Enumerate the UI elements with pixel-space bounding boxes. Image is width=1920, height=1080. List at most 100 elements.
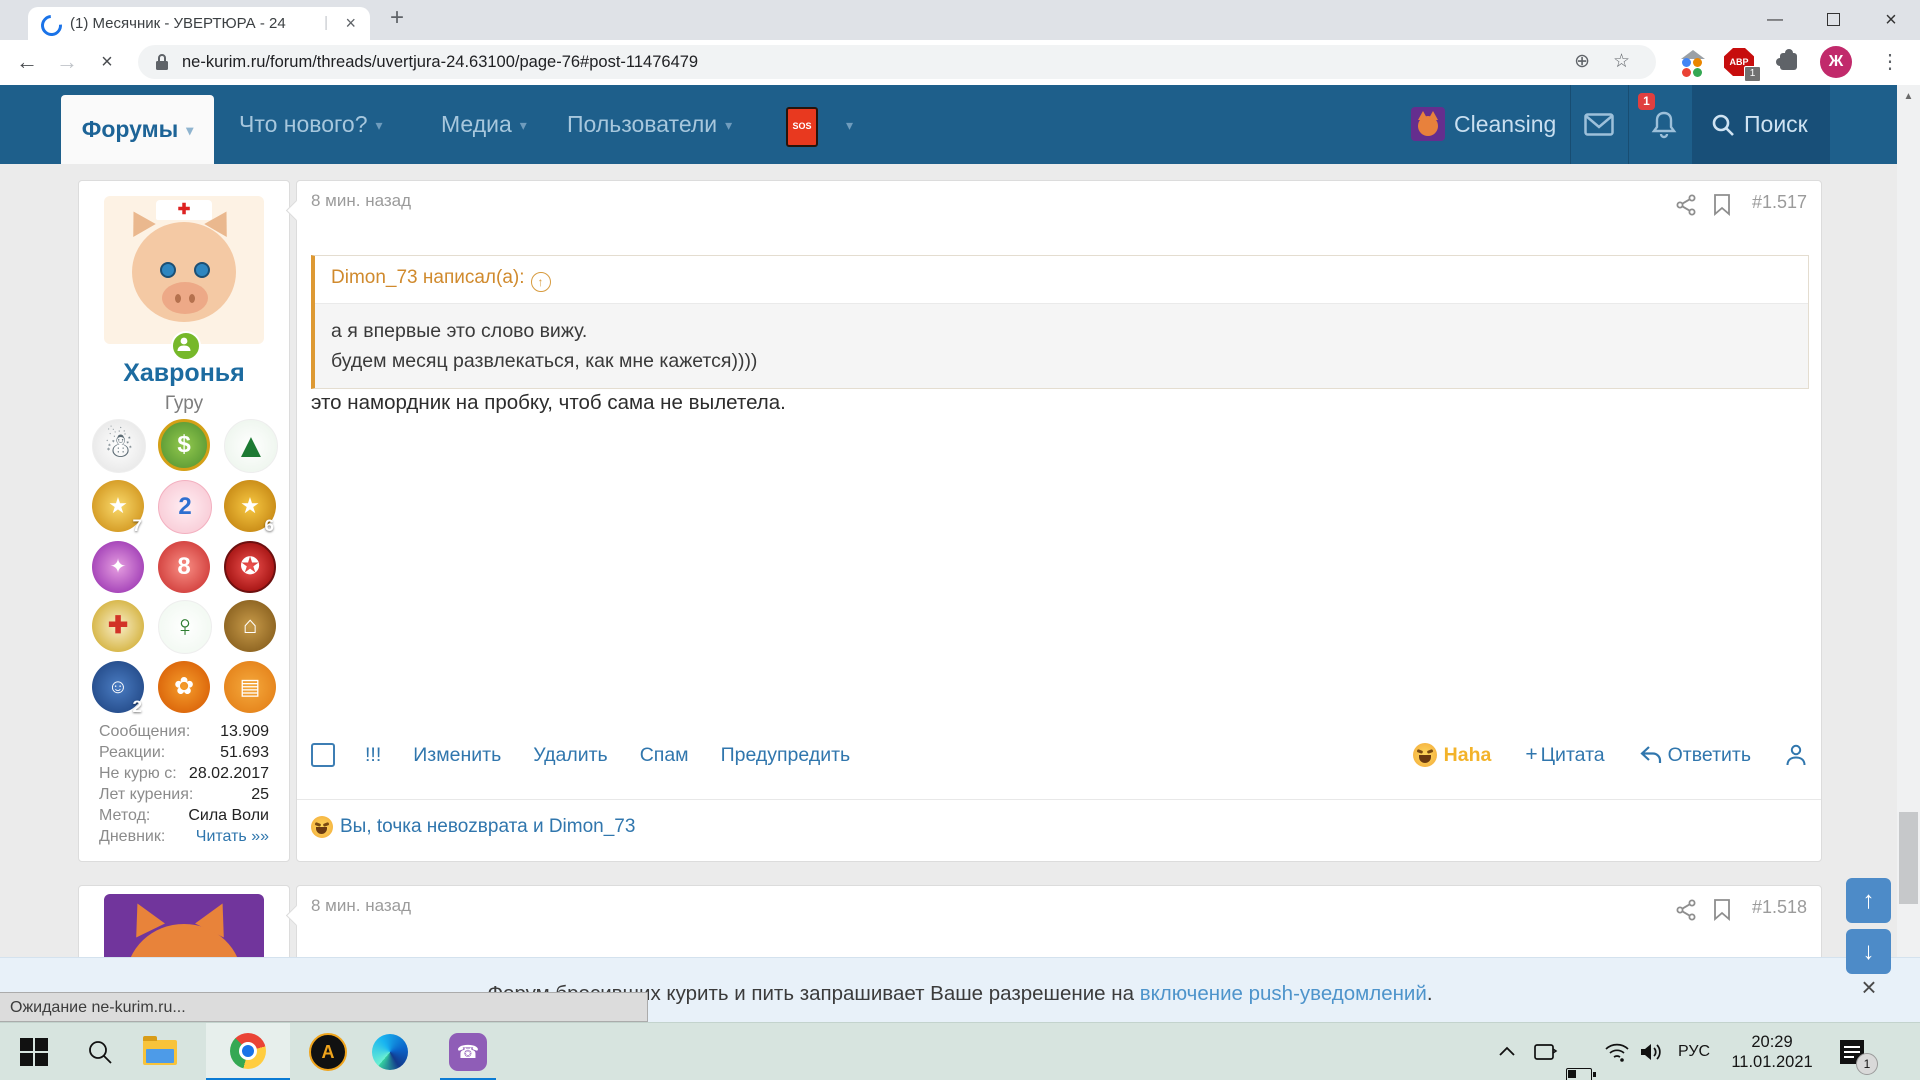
aimp-taskbar-button[interactable]: A: [300, 1023, 356, 1080]
scrollbar-thumb[interactable]: [1899, 812, 1918, 904]
haha-reaction-label[interactable]: Haha: [1444, 744, 1492, 767]
share-icon[interactable]: [1675, 899, 1697, 921]
chevron-down-icon[interactable]: ▾: [725, 117, 732, 133]
viber-taskbar-button[interactable]: ☎: [432, 1023, 504, 1080]
badge-family2[interactable]: ☺2: [92, 661, 144, 713]
scroll-to-bottom-button[interactable]: ↓: [1846, 929, 1891, 974]
bookmark-icon[interactable]: [1713, 193, 1731, 216]
start-button[interactable]: [10, 1023, 58, 1080]
browser-status-tooltip: Ожидание ne-kurim.ru...: [0, 992, 648, 1022]
tray-battery[interactable]: [1566, 1046, 1592, 1080]
nav-users[interactable]: Пользователи▾: [567, 85, 732, 165]
quote-button[interactable]: + Цитата: [1525, 743, 1604, 767]
badge-star7[interactable]: ★7: [92, 480, 144, 532]
notification-close-icon[interactable]: ×: [1852, 972, 1886, 1002]
stat-reactions: 51.693: [220, 742, 269, 763]
search-icon: [86, 1038, 114, 1066]
badge-emblem[interactable]: ✪: [224, 541, 276, 593]
badge-dancers[interactable]: ✿: [158, 661, 210, 713]
quote-source-icon[interactable]: ↑: [531, 272, 551, 292]
badge-ornament[interactable]: ✦: [92, 541, 144, 593]
badge-money[interactable]: $: [158, 419, 210, 471]
reply-button[interactable]: Ответить: [1639, 744, 1751, 767]
quote-attribution[interactable]: Dimon_73 написал(а):↑: [315, 256, 1808, 303]
haha-emoji-icon[interactable]: [1413, 743, 1437, 767]
search-button[interactable]: Поиск: [1692, 85, 1830, 164]
chevron-down-icon[interactable]: ▾: [376, 117, 383, 133]
nav-media[interactable]: Медиа▾: [441, 85, 527, 165]
badge-thumb6[interactable]: ★6: [224, 480, 276, 532]
diary-read-link[interactable]: Читать »»: [196, 826, 269, 847]
user-avatar[interactable]: [1411, 107, 1445, 141]
chevron-down-icon[interactable]: ▾: [520, 117, 527, 133]
file-explorer-button[interactable]: [134, 1023, 186, 1080]
chrome-taskbar-button[interactable]: [206, 1023, 290, 1080]
badge-ambulance[interactable]: ✚: [92, 600, 144, 652]
report-link[interactable]: !!!: [365, 744, 381, 767]
post1-number-link[interactable]: #1.517: [1752, 192, 1807, 213]
speaker-icon: [1638, 1040, 1664, 1064]
badge-tree[interactable]: ▲: [224, 419, 278, 473]
nav-sos-menu[interactable]: ▾: [838, 85, 853, 165]
reacted-users-link[interactable]: Вы, tочка невоzврата и Dimon_73: [340, 816, 635, 838]
badge-book[interactable]: ▤: [224, 661, 276, 713]
stop-loading-button[interactable]: ×: [88, 40, 126, 84]
badge-snowman[interactable]: ☃: [92, 419, 146, 473]
badge-house[interactable]: ⌂: [224, 600, 276, 652]
badge-tomato8[interactable]: 8: [158, 541, 210, 593]
chevron-down-icon[interactable]: ▾: [846, 117, 853, 133]
select-post-checkbox[interactable]: [311, 743, 335, 767]
sos-icon[interactable]: SOS: [786, 107, 818, 147]
nav-whats-new[interactable]: Что нового?▾: [239, 85, 383, 165]
post2-timestamp[interactable]: 8 мин. назад: [311, 896, 411, 916]
taskbar-search-button[interactable]: [76, 1023, 124, 1080]
browser-tab[interactable]: (1) Месячник - УВЕРТЮРА - 24 | ×: [28, 7, 370, 40]
language-indicator[interactable]: РУС: [1678, 1023, 1710, 1080]
edge-taskbar-button[interactable]: [362, 1023, 418, 1080]
window-maximize-button[interactable]: [1804, 0, 1862, 40]
taskbar-clock[interactable]: 20:29 11.01.2021: [1722, 1023, 1822, 1080]
forward-button[interactable]: →: [48, 40, 86, 84]
extensions-puzzle-icon[interactable]: [1780, 53, 1797, 70]
scroll-to-top-button[interactable]: ↑: [1846, 878, 1891, 923]
window-minimize-button[interactable]: —: [1746, 0, 1804, 40]
bookmark-star-icon[interactable]: ☆: [1613, 45, 1630, 79]
edit-link[interactable]: Изменить: [413, 744, 501, 767]
zoom-icon[interactable]: ⊕: [1574, 45, 1590, 79]
post1-timestamp[interactable]: 8 мин. назад: [311, 191, 411, 211]
warn-link[interactable]: Предупредить: [721, 744, 851, 767]
address-bar[interactable]: ne-kurim.ru/forum/threads/uvertjura-24.6…: [138, 45, 1656, 79]
haha-emoji-icon[interactable]: [311, 816, 333, 838]
scrollbar[interactable]: ▲ ▼: [1897, 85, 1920, 1022]
nav-tab-forums[interactable]: Форумы▾: [61, 95, 214, 164]
chrome-icon: [230, 1033, 266, 1069]
extension-home-icon[interactable]: [1680, 52, 1706, 74]
window-close-button[interactable]: ×: [1862, 0, 1920, 40]
chevron-down-icon[interactable]: ▾: [186, 122, 193, 138]
browser-menu-icon[interactable]: ⋮: [1880, 40, 1900, 84]
bookmark-icon[interactable]: [1713, 898, 1731, 921]
back-button[interactable]: ←: [8, 40, 46, 84]
forum-navbar: Форумы▾ Что нового?▾ Медиа▾ Пользователи…: [0, 85, 1920, 168]
browser-profile-avatar[interactable]: Ж: [1820, 46, 1852, 78]
inbox-envelope-icon[interactable]: [1584, 113, 1614, 136]
new-tab-button[interactable]: +: [390, 4, 404, 32]
scrollbar-up-icon[interactable]: ▲: [1897, 91, 1920, 102]
spam-link[interactable]: Спам: [640, 744, 689, 767]
tray-volume[interactable]: [1638, 1023, 1664, 1080]
alerts-bell-icon[interactable]: [1650, 110, 1678, 140]
badge-candy2[interactable]: 2: [158, 480, 212, 534]
person-icon[interactable]: [1785, 743, 1807, 767]
tray-wifi[interactable]: [1604, 1023, 1630, 1080]
author-username[interactable]: Хавронья: [79, 359, 289, 388]
tray-tablet[interactable]: [1532, 1023, 1558, 1080]
delete-link[interactable]: Удалить: [533, 744, 607, 767]
post2-number-link[interactable]: #1.518: [1752, 897, 1807, 918]
author-avatar-pig[interactable]: ✚: [104, 196, 264, 344]
tray-chevron[interactable]: [1496, 1023, 1518, 1080]
badge-girl[interactable]: ♀: [158, 600, 212, 654]
push-enable-link[interactable]: включение push-уведомлений: [1140, 982, 1427, 1005]
logged-in-username[interactable]: Cleansing: [1454, 85, 1556, 164]
tab-close-icon[interactable]: ×: [345, 13, 356, 34]
share-icon[interactable]: [1675, 194, 1697, 216]
